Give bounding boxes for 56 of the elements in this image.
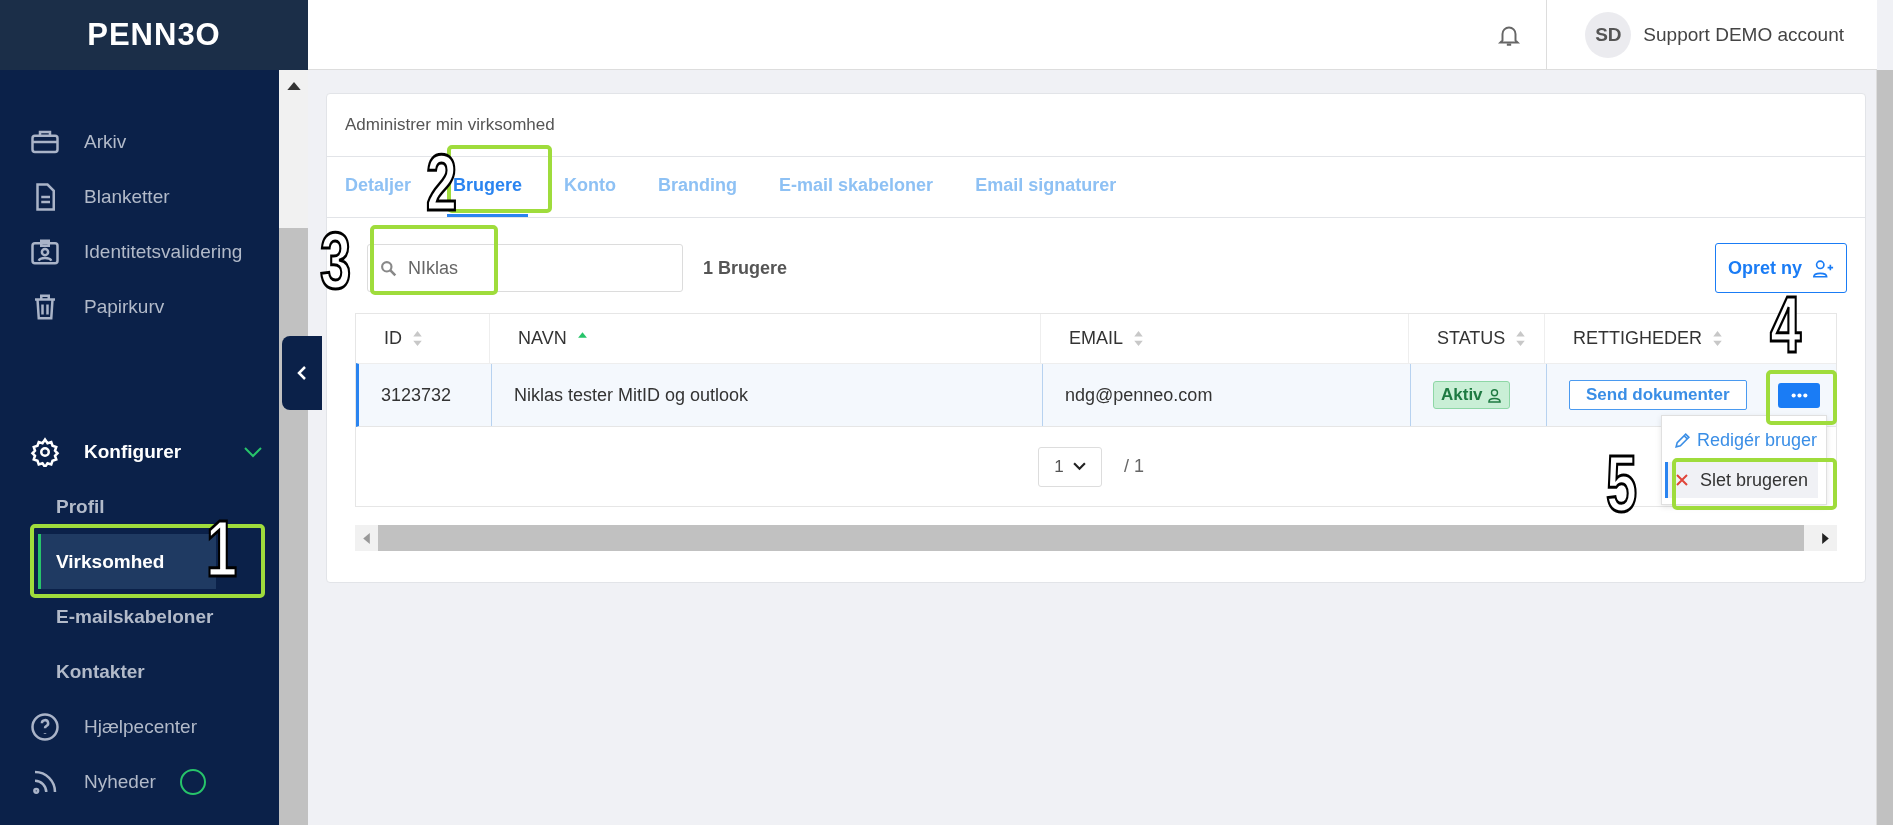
column-header[interactable]: EMAIL <box>1069 328 1145 349</box>
table-cell: 3123732 <box>359 364 492 426</box>
sort-icon <box>1712 330 1723 347</box>
close-icon <box>1676 474 1688 486</box>
settings-icon <box>30 436 60 467</box>
help-icon <box>30 711 60 742</box>
scroll-right-icon[interactable] <box>1822 532 1829 544</box>
menu-item[interactable]: Slet brugeren <box>1665 462 1818 498</box>
user-count: 1 Brugere <box>703 257 789 279</box>
scroll-up-icon[interactable] <box>286 82 301 90</box>
page-select[interactable]: 1 <box>1038 446 1102 487</box>
step-number: 5 <box>1606 455 1638 513</box>
column-header[interactable]: NAVN <box>518 328 588 349</box>
table-cell: ndg@penneo.com <box>1043 364 1411 426</box>
sidebar-item[interactable]: Nyheder <box>0 754 279 809</box>
user-icon <box>1486 387 1502 403</box>
sort-ascending-icon <box>576 331 588 338</box>
collapse-sidebar-button[interactable] <box>282 336 322 410</box>
sidebar-subitem[interactable]: Kontakter <box>38 644 216 699</box>
table-row[interactable]: 3123732 Niklas tester MitID og outlook ndg@penneo.com Aktiv Send dokumenter <box>356 363 1836 427</box>
sidebar-item[interactable]: Identitetsvalidering <box>0 224 279 279</box>
more-actions-button[interactable] <box>1778 382 1820 408</box>
page-total: / 1 <box>1124 456 1144 477</box>
step-number: 4 <box>1770 296 1802 354</box>
step-number: 3 <box>320 232 352 290</box>
sidebar-item[interactable]: Blanketter <box>0 169 279 224</box>
status-badge: Aktiv <box>1433 381 1510 409</box>
scrollbar[interactable] <box>279 70 308 825</box>
sidebar-group[interactable]: Konfigurer <box>0 424 279 479</box>
account-name[interactable]: Support DEMO account <box>1643 23 1844 46</box>
sort-icon <box>1133 330 1145 347</box>
chevron-down-icon <box>1072 462 1086 471</box>
create-user-button[interactable]: Opret ny <box>1715 243 1847 293</box>
sidebar-item[interactable]: Papirkurv <box>0 279 279 334</box>
sort-icon <box>412 330 423 347</box>
highlight-frame <box>1766 370 1837 425</box>
sidebar-item[interactable]: Arkiv <box>0 114 279 169</box>
search-icon <box>380 260 397 277</box>
column-header[interactable]: RETTIGHEDER <box>1573 328 1723 349</box>
logo: PENN3O <box>87 17 221 53</box>
column-header[interactable]: ID <box>384 328 423 349</box>
horizontal-scrollbar[interactable] <box>355 525 1837 551</box>
table-cell: Niklas tester MitID og outlook <box>492 364 1043 426</box>
search-field[interactable]: NIklas <box>367 244 683 292</box>
page-scrollbar[interactable] <box>1876 70 1893 825</box>
pencil-icon <box>1674 431 1691 449</box>
sidebar-item[interactable]: Hjælpecenter <box>0 699 279 754</box>
sidebar-subitem[interactable]: E-mailskabeloner <box>38 589 216 644</box>
more-icon <box>1790 392 1808 398</box>
column-header[interactable]: STATUS <box>1437 328 1527 349</box>
add-user-icon <box>1812 258 1834 278</box>
sort-icon <box>1515 330 1527 347</box>
avatar[interactable]: SD <box>1585 11 1632 58</box>
chevron-icon <box>243 445 263 458</box>
news-badge <box>179 768 206 795</box>
chevron-left-icon <box>297 365 307 381</box>
